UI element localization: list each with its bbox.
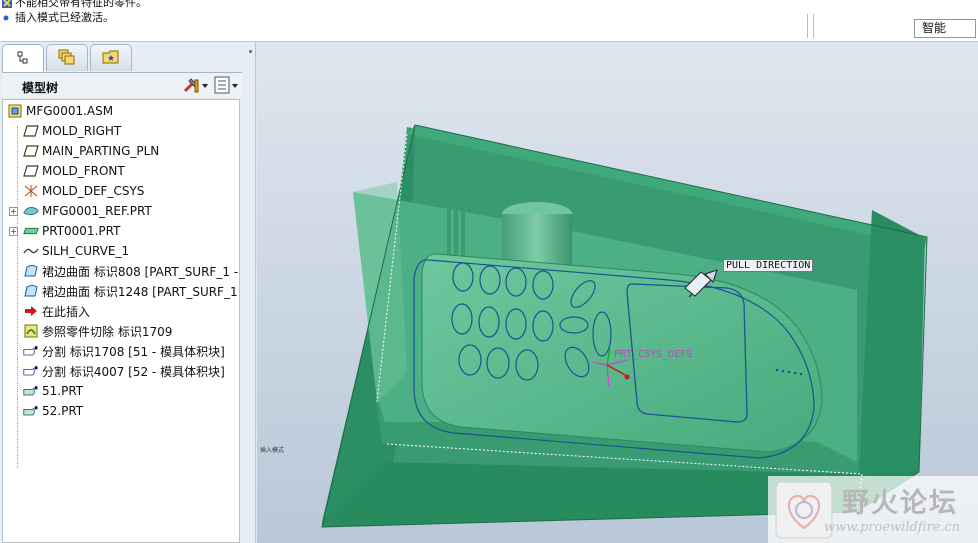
tree-item[interactable]: 分割 标识1708 [51 - 模具体积块] [23, 341, 225, 361]
tree-item-label: 51.PRT [42, 384, 84, 398]
toolbar-separator [807, 14, 809, 38]
tree-item-label: 分割 标识1708 [51 - 模具体积块] [42, 344, 225, 359]
cutout-icon [23, 324, 39, 338]
reference-part-icon [23, 204, 39, 218]
expand-icon[interactable]: + [9, 227, 18, 236]
part-icon [23, 224, 39, 238]
list-icon [214, 76, 230, 97]
bullet-icon [2, 13, 12, 23]
selection-filter-dropdown[interactable]: 智能 [914, 19, 976, 38]
tree-item[interactable]: 在此插入 [23, 301, 90, 321]
message-text-1: 不能相交带有特征的零件。 [15, 0, 147, 9]
viewport-mode-label: 插入模式 [260, 447, 285, 454]
pull-direction-label: PULL DIRECTION [723, 259, 814, 272]
tree-item[interactable]: MOLD_RIGHT [23, 121, 121, 141]
tree-item-label: SILH_CURVE_1 [42, 244, 130, 258]
tree-item[interactable]: MFG0001_REF.PRT [23, 201, 152, 221]
split-volume-icon [23, 364, 39, 378]
tree-item-label: 52.PRT [42, 404, 84, 418]
curve-icon [23, 244, 39, 258]
message-line-1: 不能相交带有特征的零件。 [2, 0, 147, 10]
model-tree-header: 模型树 [2, 72, 242, 98]
chevron-down-icon [232, 84, 238, 88]
datum-plane-icon [23, 144, 39, 158]
tree-item[interactable]: MFG0001.ASM [7, 101, 113, 121]
skirt-surface-icon [23, 264, 39, 278]
layers-icon [58, 49, 76, 68]
tree-item-label: MOLD_RIGHT [42, 124, 122, 138]
message-text-2: 插入模式已经激活。 [15, 11, 114, 24]
csys-label: PRT_CSYS_DEFS [614, 349, 693, 360]
tab-model-tree[interactable] [2, 44, 44, 73]
watermark-title: 野火论坛 [842, 488, 958, 519]
tree-item[interactable]: MAIN_PARTING_PLN [23, 141, 159, 161]
tree-item-label: MOLD_DEF_CSYS [42, 184, 145, 198]
tree-item[interactable]: MOLD_DEF_CSYS [23, 181, 144, 201]
model-tree-tools [182, 76, 238, 96]
datum-plane-icon [23, 164, 39, 178]
tree-item-label: PRT0001.PRT [42, 224, 121, 238]
expand-icon[interactable]: + [9, 207, 18, 216]
tree-item[interactable]: 分割 标识4007 [52 - 模具体积块] [23, 361, 225, 381]
tree-item[interactable]: 51.PRT [23, 381, 83, 401]
tree-item[interactable]: PRT0001.PRT [23, 221, 120, 241]
model-tree-icon [16, 51, 30, 68]
tree-item-label: MOLD_FRONT [42, 164, 125, 178]
tree-item-label: 裙边曲面 标识808 [PART_SURF_1 - [42, 264, 239, 279]
tree-item[interactable]: 裙边曲面 标识1248 [PART_SURF_1 [23, 281, 238, 301]
favorites-folder-icon [102, 50, 120, 67]
settings-menu-button[interactable] [182, 76, 208, 96]
insert-here-arrow-icon [23, 304, 39, 318]
navigator-tabs [2, 44, 132, 73]
tab-favorites[interactable] [90, 44, 132, 71]
mold-part-icon [23, 384, 39, 398]
tree-item[interactable]: 参照零件切除 标识1709 [23, 321, 172, 341]
tree-item-label: 在此插入 [42, 304, 91, 319]
tree-item-label: 参照零件切除 标识1709 [42, 324, 173, 339]
tree-item[interactable]: 52.PRT [23, 401, 83, 421]
tab-layers[interactable] [46, 44, 88, 71]
model-tree-title: 模型树 [22, 81, 59, 95]
assembly-icon [7, 104, 23, 118]
csys-icon [23, 184, 39, 198]
tools-icon [182, 76, 200, 97]
toolbar-separator [813, 14, 815, 38]
tree-item-label: MFG0001_REF.PRT [42, 204, 152, 218]
watermark-url: www.proewildfire.cn [824, 520, 961, 535]
tree-item-label: MFG0001.ASM [26, 104, 114, 118]
graphics-window[interactable]: PULL DIRECTION PRT_CSYS_DEFS 插入模式 野火论坛 w… [257, 42, 978, 543]
pane-splitter[interactable] [243, 50, 253, 342]
navigator-pane: 模型树 MFG0001.ASM MOLD_RIGHT MAIN_PARTING_PL… [0, 42, 256, 543]
forum-watermark: 野火论坛 www.proewildfire.cn [768, 476, 978, 543]
mold-part-icon [23, 404, 39, 418]
chevron-down-icon [202, 84, 208, 88]
datum-plane-icon [23, 124, 39, 138]
message-line-2: 插入模式已经激活。 [2, 11, 114, 25]
split-volume-icon [23, 344, 39, 358]
warning-icon [2, 0, 12, 8]
model-tree: MFG0001.ASM MOLD_RIGHT MAIN_PARTING_PLN MOL… [2, 99, 240, 543]
tree-item[interactable]: SILH_CURVE_1 [23, 241, 129, 261]
message-area: 不能相交带有特征的零件。 插入模式已经激活。 智能 [0, 0, 978, 42]
tree-item-label: 分割 标识4007 [52 - 模具体积块] [42, 364, 225, 379]
show-menu-button[interactable] [214, 76, 238, 96]
tree-item-label: 裙边曲面 标识1248 [PART_SURF_1 [42, 284, 238, 299]
skirt-surface-icon [23, 284, 39, 298]
tree-item[interactable]: 裙边曲面 标识808 [PART_SURF_1 - [23, 261, 238, 281]
tree-item-label: MAIN_PARTING_PLN [42, 144, 160, 158]
tree-connector [17, 126, 18, 468]
mold-model-view[interactable] [257, 42, 978, 543]
tree-item[interactable]: MOLD_FRONT [23, 161, 125, 181]
